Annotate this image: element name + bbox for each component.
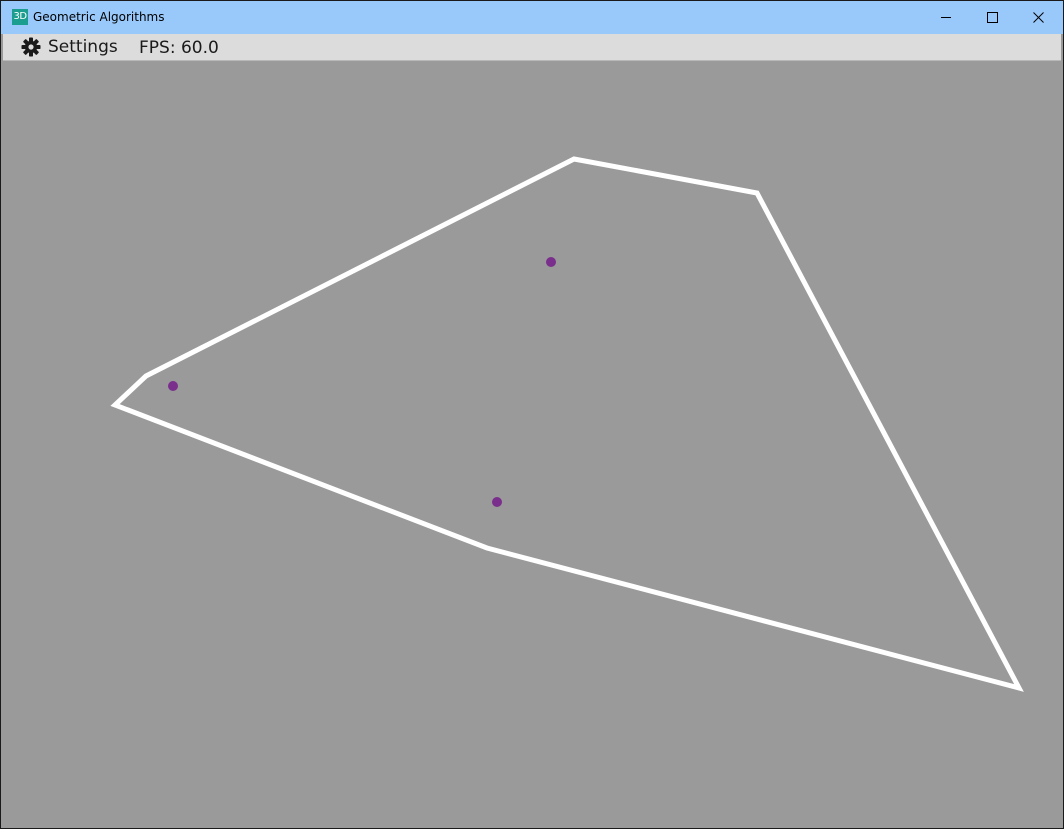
- title-bar[interactable]: 3D Geometric Algorithms: [1, 1, 1063, 34]
- scene-canvas[interactable]: [3, 61, 1061, 826]
- interior-point[interactable]: [546, 257, 556, 267]
- app-icon: 3D: [12, 9, 28, 25]
- fps-label: FPS: 60.0: [139, 38, 219, 58]
- fps-counter: FPS: 60.0: [139, 38, 219, 58]
- minimize-icon: [941, 17, 951, 18]
- minimize-button[interactable]: [923, 1, 969, 34]
- maximize-button[interactable]: [969, 1, 1015, 34]
- gear-icon: [21, 37, 41, 57]
- convex-hull-polygon: [110, 156, 1024, 692]
- settings-label: Settings: [48, 37, 118, 57]
- app-window: 3D Geometric Algorithms Settings FPS: 60…: [0, 0, 1064, 829]
- render-viewport[interactable]: [3, 61, 1061, 826]
- maximize-icon: [987, 12, 998, 23]
- close-icon: [1033, 12, 1044, 23]
- window-title: Geometric Algorithms: [33, 10, 165, 24]
- interior-point[interactable]: [492, 497, 502, 507]
- menu-bar: Settings FPS: 60.0: [3, 34, 1061, 61]
- close-button[interactable]: [1015, 1, 1061, 34]
- settings-button[interactable]: Settings: [21, 36, 118, 58]
- interior-point[interactable]: [168, 381, 178, 391]
